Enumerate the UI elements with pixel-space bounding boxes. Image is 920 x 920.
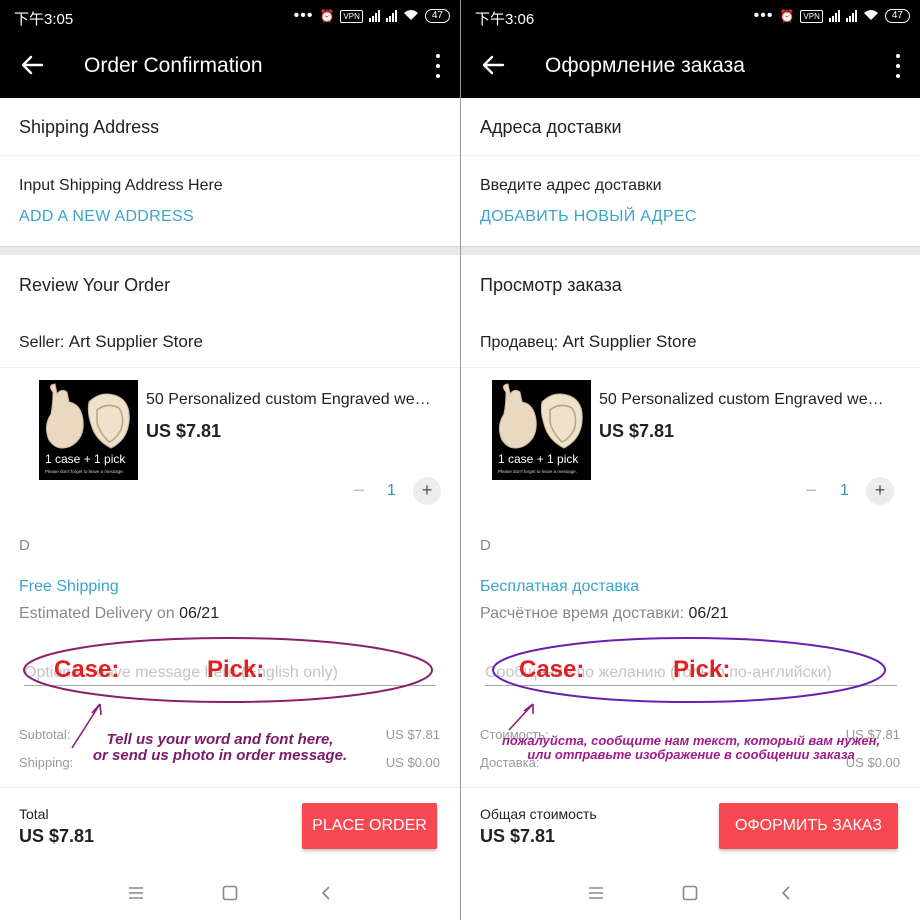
annotation-pick-label: Pick: [207, 656, 265, 683]
screen-russian: 下午3:06 ••• ⏰ VPN 47 Оформление заказа Ад… [461, 0, 920, 920]
annotation-pick-label: Pick: [673, 656, 731, 683]
annotation-line-1: пожалуйста, сообщите нам текст, который … [501, 733, 881, 748]
annotation-line-2: or send us photo in order message. [92, 747, 348, 764]
annotation-line-1: Tell us your word and font here, [106, 731, 334, 748]
annotation-case-label: Case: [54, 656, 120, 683]
annotation-case-label: Case: [519, 656, 585, 683]
screen-english: 下午3:05 ••• ⏰ VPN 47 Order Confirmation S… [0, 0, 460, 920]
annotation-overlay [23, 637, 433, 749]
annotation-overlay [492, 637, 886, 731]
annotation-line-2: или отправьте изображение в сообщении за… [527, 747, 855, 762]
